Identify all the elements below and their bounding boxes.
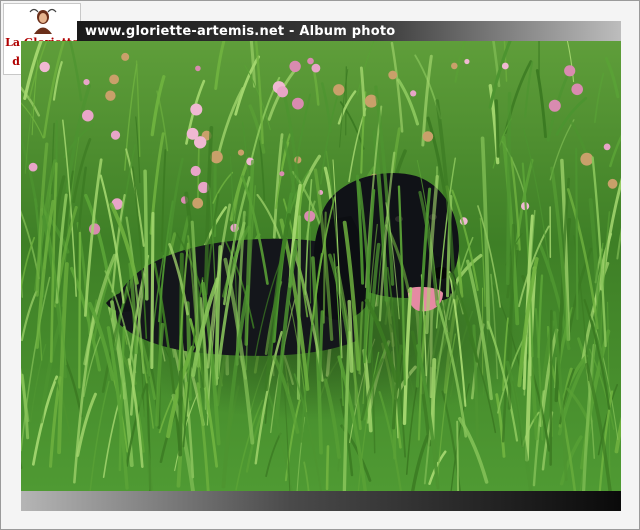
- photo-image: [21, 41, 621, 491]
- header-bar: www.gloriette-artemis.net - Album photo: [77, 21, 621, 41]
- album-photo[interactable]: [21, 41, 621, 491]
- photo-frame: La Gloriette d'Artémis www.gloriette-art…: [0, 0, 640, 530]
- site-title[interactable]: www.gloriette-artemis.net - Album photo: [85, 24, 395, 39]
- footer-bar: [21, 491, 621, 511]
- logo-portrait-icon: [28, 6, 58, 34]
